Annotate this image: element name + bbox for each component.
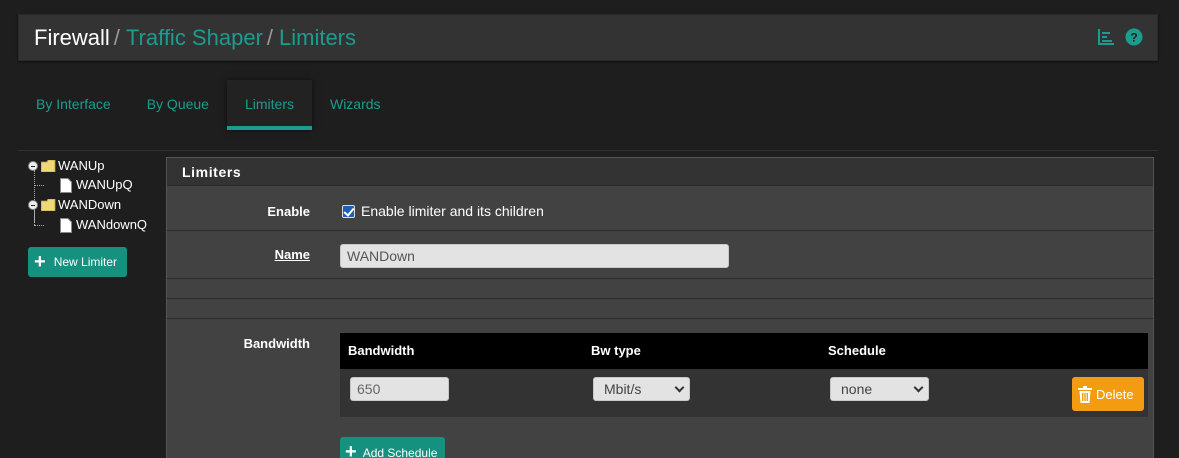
tab-bar: By Interface By Queue Limiters Wizards	[18, 80, 399, 132]
enable-checkbox[interactable]	[342, 205, 355, 218]
document-icon	[60, 217, 72, 233]
svg-text:?: ?	[1130, 31, 1137, 45]
bandwidth-label: Bandwidth	[243, 336, 310, 351]
breadcrumb-firewall: Firewall	[34, 25, 110, 50]
bandwidth-table-header: Bandwidth Bw type Schedule	[340, 333, 1148, 369]
breadcrumb-separator: /	[113, 25, 120, 50]
bandwidth-table: Bandwidth Bw type Schedule	[340, 333, 1148, 417]
breadcrumb-traffic-shaper[interactable]: Traffic Shaper	[126, 25, 263, 50]
delete-label: Delete	[1096, 386, 1134, 402]
new-limiter-button[interactable]: + New Limiter	[28, 247, 127, 277]
tree-item-wandown[interactable]: WANDown	[28, 195, 121, 215]
tree-connector	[34, 185, 44, 186]
tab-wizards[interactable]: Wizards	[312, 80, 399, 130]
breadcrumb: Firewall / Traffic Shaper / Limiters	[34, 25, 356, 51]
collapse-icon[interactable]	[28, 200, 38, 210]
limiter-panel: Limiters Enable Enable limiter and its c…	[166, 157, 1154, 458]
breadcrumb-limiters[interactable]: Limiters	[279, 25, 356, 50]
chart-icon[interactable]	[1097, 28, 1115, 46]
row-divider	[167, 318, 1153, 319]
name-field[interactable]	[340, 244, 729, 268]
collapse-icon[interactable]	[28, 161, 38, 171]
tab-limiters[interactable]: Limiters	[226, 80, 312, 130]
tab-by-queue[interactable]: By Queue	[129, 80, 227, 130]
row-divider	[167, 278, 1153, 279]
help-icon[interactable]: ?	[1125, 28, 1143, 46]
plus-icon: +	[34, 251, 46, 273]
plus-icon: +	[345, 441, 357, 458]
tree-item-wanupq[interactable]: WANUpQ	[60, 175, 133, 195]
enable-checkbox-label[interactable]: Enable limiter and its children	[361, 203, 544, 219]
tree-item-label[interactable]: WANUp	[58, 156, 104, 176]
document-icon	[60, 177, 72, 193]
breadcrumb-bar: Firewall / Traffic Shaper / Limiters ?	[18, 14, 1158, 61]
tree-item-label[interactable]: WANDown	[58, 195, 121, 215]
add-schedule-button[interactable]: + Add Schedule	[340, 437, 445, 458]
column-header-schedule: Schedule	[828, 343, 886, 358]
bw-type-select[interactable]: Mbit/s	[593, 377, 690, 401]
row-divider	[167, 230, 1153, 231]
schedule-value: none	[841, 381, 873, 397]
bw-type-value: Mbit/s	[604, 381, 642, 397]
name-label: Name	[274, 247, 310, 262]
tree-item-wanup[interactable]: WANUp	[28, 156, 104, 176]
breadcrumb-separator: /	[266, 25, 273, 50]
header-icons: ?	[1097, 28, 1143, 46]
schedule-select[interactable]: none	[830, 377, 929, 401]
tab-by-interface[interactable]: By Interface	[18, 80, 129, 130]
trash-icon	[1078, 385, 1092, 403]
enable-label: Enable	[267, 204, 310, 219]
add-schedule-label: Add Schedule	[362, 446, 438, 458]
new-limiter-label: New Limiter	[53, 255, 118, 269]
panel-title: Limiters	[167, 158, 1153, 186]
column-header-bw-type: Bw type	[591, 343, 641, 358]
row-divider	[167, 298, 1153, 299]
tree-connector	[34, 225, 44, 226]
tree-item-label[interactable]: WANdownQ	[76, 215, 147, 235]
tree-item-label[interactable]: WANUpQ	[76, 175, 133, 195]
tree-item-wandownq[interactable]: WANdownQ	[60, 215, 147, 235]
bandwidth-input[interactable]	[350, 377, 449, 401]
delete-button[interactable]: Delete	[1072, 377, 1144, 411]
tabs-divider	[18, 150, 1158, 151]
chevron-down-icon	[913, 382, 924, 393]
folder-icon	[41, 160, 56, 172]
folder-icon	[41, 199, 56, 211]
column-header-bandwidth: Bandwidth	[348, 343, 415, 358]
chevron-down-icon	[674, 382, 685, 393]
